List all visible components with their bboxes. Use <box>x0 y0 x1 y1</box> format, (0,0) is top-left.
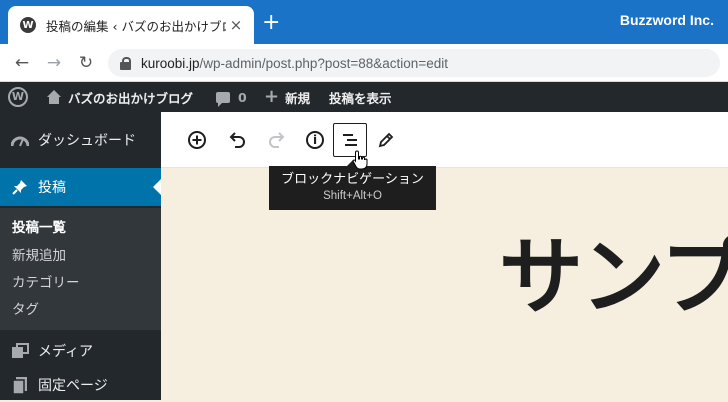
block-navigation-tooltip: ブロックナビゲーション Shift+Alt+O <box>269 160 436 210</box>
plus-circle-icon <box>188 131 206 149</box>
post-title[interactable]: サンプ <box>499 227 728 327</box>
reload-button[interactable]: ↻ <box>76 53 96 73</box>
active-menu-arrow <box>153 179 161 195</box>
submenu-categories[interactable]: カテゴリー <box>12 271 80 291</box>
pages-icon <box>10 375 30 395</box>
hand-cursor-icon <box>352 150 368 170</box>
tooltip-shortcut: Shift+Alt+O <box>323 190 382 202</box>
comments-count: 0 <box>238 89 247 105</box>
wordpress-logo-icon[interactable]: W <box>8 87 28 107</box>
wp-admin-bar: W バズのお出かけブログ 0 + 新規 投稿を表示 <box>0 82 728 112</box>
posts-submenu: 投稿一覧 新規追加 カテゴリー タグ <box>0 208 161 330</box>
media-label: メディア <box>38 344 94 360</box>
sidebar-item-dashboard[interactable]: ダッシュボード <box>0 122 161 158</box>
brand-label: Buzzword Inc. <box>619 12 714 28</box>
forward-button[interactable]: → <box>44 53 64 73</box>
undo-icon <box>229 132 245 148</box>
wordpress-favicon-icon: W <box>20 17 36 33</box>
adminbar-new[interactable]: + 新規 <box>264 82 310 112</box>
sidebar-item-media[interactable]: メディア <box>0 334 161 368</box>
redo-icon <box>269 132 285 148</box>
sidebar-item-pages[interactable]: 固定ページ <box>0 368 161 402</box>
dashboard-gauge-icon <box>10 130 30 150</box>
home-icon <box>46 90 62 104</box>
url-text: kuroobi.jp/wp-admin/post.php?post=88&act… <box>141 55 448 71</box>
undo-button[interactable] <box>220 123 254 157</box>
site-name-label: バズのお出かけブログ <box>68 90 194 106</box>
tools-button[interactable] <box>369 123 403 157</box>
tab-close-icon[interactable]: × <box>228 17 244 33</box>
redo-button[interactable] <box>260 123 294 157</box>
address-bar-row: ← → ↻ kuroobi.jp/wp-admin/post.php?post=… <box>0 44 728 82</box>
dashboard-label: ダッシュボード <box>38 133 136 149</box>
back-button[interactable]: ← <box>12 53 32 73</box>
details-button[interactable]: i <box>298 123 332 157</box>
adminbar-comments[interactable]: 0 <box>216 82 247 112</box>
tooltip-label: ブロックナビゲーション <box>281 172 424 187</box>
adminbar-view-post[interactable]: 投稿を表示 <box>329 82 392 112</box>
submenu-add-new[interactable]: 新規追加 <box>12 244 66 264</box>
list-view-icon <box>343 134 357 146</box>
info-icon: i <box>306 131 324 149</box>
tab-title: 投稿の編集 ‹ バズのお出かけブログ — <box>46 18 226 34</box>
plus-icon: + <box>264 86 280 107</box>
admin-sidebar: ダッシュボード 投稿 投稿一覧 新規追加 カテゴリー タグ メディア 固定ページ <box>0 112 161 400</box>
url-field[interactable]: kuroobi.jp/wp-admin/post.php?post=88&act… <box>108 49 720 77</box>
posts-label: 投稿 <box>38 180 66 196</box>
sidebar-item-posts[interactable]: 投稿 <box>0 168 161 206</box>
media-icon <box>10 341 30 361</box>
add-block-button[interactable] <box>180 123 214 157</box>
pushpin-icon <box>10 177 30 197</box>
adminbar-site-name[interactable]: バズのお出かけブログ <box>46 82 193 112</box>
pages-label: 固定ページ <box>38 378 108 394</box>
editor-toolbar: i <box>161 112 728 168</box>
editor-canvas[interactable]: サンプ <box>161 169 728 400</box>
lock-icon <box>120 56 131 70</box>
submenu-tags[interactable]: タグ <box>12 298 39 318</box>
browser-tab[interactable]: W 投稿の編集 ‹ バズのお出かけブログ — × <box>8 6 254 44</box>
new-tab-button[interactable]: + <box>262 12 280 34</box>
comment-bubble-icon <box>216 91 230 107</box>
submenu-all-posts[interactable]: 投稿一覧 <box>12 216 66 236</box>
new-label: 新規 <box>285 90 311 106</box>
pencil-icon <box>378 132 394 148</box>
browser-tab-strip: W 投稿の編集 ‹ バズのお出かけブログ — × + Buzzword Inc. <box>0 0 728 44</box>
